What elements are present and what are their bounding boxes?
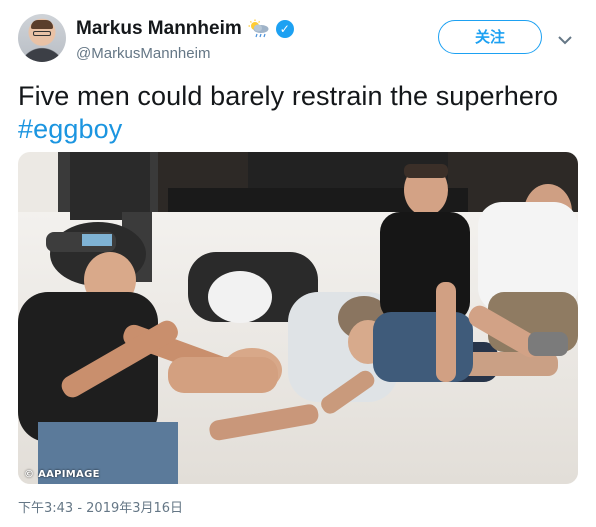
tweet-body: Five men could barely restrain the super… xyxy=(18,81,559,111)
avatar-hair xyxy=(31,20,53,29)
weather-sun-cloud-rain-icon xyxy=(248,19,270,39)
tweet-header: Markus Mannheim ✓ @MarkusMannheim 关注 xyxy=(18,14,578,64)
photo-watermark: © AAPIMAGE xyxy=(24,469,100,480)
author-display-name[interactable]: Markus Mannheim xyxy=(76,18,242,40)
tweet-photo[interactable]: © AAPIMAGE xyxy=(18,152,578,484)
author-handle[interactable]: @MarkusMannheim xyxy=(76,45,294,62)
author-names[interactable]: Markus Mannheim ✓ @MarkusMannheim xyxy=(76,16,294,62)
author-display-name-row[interactable]: Markus Mannheim ✓ xyxy=(76,16,294,42)
tweet-timestamp[interactable]: 下午3:43 - 2019年3月16日 xyxy=(18,497,183,516)
follow-button[interactable]: 关注 xyxy=(438,20,542,54)
hashtag-link[interactable]: #eggboy xyxy=(18,114,122,144)
verified-badge-icon: ✓ xyxy=(275,20,294,38)
avatar-glasses xyxy=(33,31,51,36)
tweet-text: Five men could barely restrain the super… xyxy=(18,80,578,146)
tweet-card: Markus Mannheim ✓ @MarkusMannheim 关注 Fiv… xyxy=(0,0,596,527)
photo-scene xyxy=(18,152,578,484)
chevron-down-icon[interactable] xyxy=(558,32,572,45)
author-avatar[interactable] xyxy=(18,14,66,62)
